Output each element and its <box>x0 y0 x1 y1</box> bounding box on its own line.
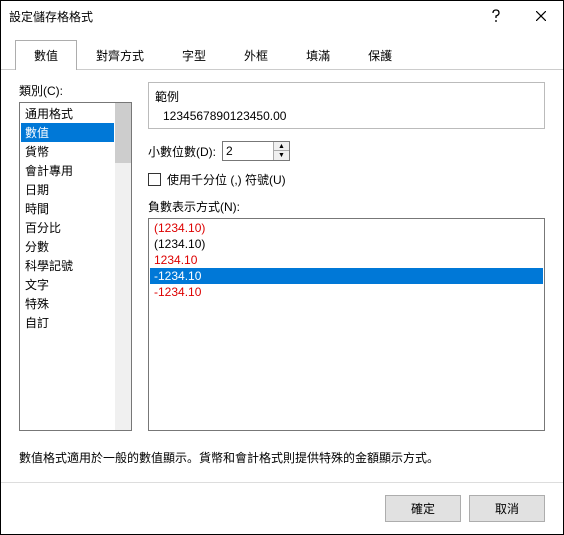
scrollbar-thumb[interactable] <box>115 103 131 163</box>
decimal-label: 小數位數(D): <box>148 143 216 160</box>
tab-alignment[interactable]: 對齊方式 <box>77 40 163 70</box>
upper-panel: 類別(C): 通用格式 數值 貨幣 會計專用 日期 時間 百分比 分數 科學記號… <box>19 82 545 431</box>
list-item[interactable]: 數值 <box>21 123 114 142</box>
list-item[interactable]: 科學記號 <box>21 256 114 275</box>
tab-strip: 數值 對齊方式 字型 外框 填滿 保護 <box>1 31 563 70</box>
title-bar: 設定儲存格格式 <box>1 1 563 31</box>
spin-down-button[interactable]: ▼ <box>274 151 289 160</box>
list-item[interactable]: -1234.10 <box>150 284 543 300</box>
sample-group: 範例 1234567890123450.00 <box>148 82 545 129</box>
list-item[interactable]: 百分比 <box>21 218 114 237</box>
tab-content: 類別(C): 通用格式 數值 貨幣 會計專用 日期 時間 百分比 分數 科學記號… <box>1 70 563 482</box>
description-text: 數值格式適用於一般的數值顯示。貨幣和會計格式則提供特殊的金額顯示方式。 <box>19 449 545 466</box>
list-item[interactable]: (1234.10) <box>150 220 543 236</box>
category-listbox[interactable]: 通用格式 數值 貨幣 會計專用 日期 時間 百分比 分數 科學記號 文字 特殊 … <box>19 102 132 431</box>
settings-column: 範例 1234567890123450.00 小數位數(D): ▲ ▼ <box>148 82 545 431</box>
list-item[interactable]: 日期 <box>21 180 114 199</box>
decimal-spinner[interactable]: ▲ ▼ <box>222 141 290 161</box>
list-item[interactable]: (1234.10) <box>150 236 543 252</box>
negative-label: 負數表示方式(N): <box>148 198 545 215</box>
tab-number[interactable]: 數值 <box>15 40 77 70</box>
list-item[interactable]: 會計專用 <box>21 161 114 180</box>
thousands-checkbox[interactable] <box>148 173 161 186</box>
decimal-input[interactable] <box>223 142 273 160</box>
list-item[interactable]: 分數 <box>21 237 114 256</box>
tab-fill[interactable]: 填滿 <box>287 40 349 70</box>
help-button[interactable] <box>473 1 518 31</box>
scrollbar[interactable] <box>115 103 131 430</box>
tab-protection[interactable]: 保護 <box>349 40 411 70</box>
thousands-label[interactable]: 使用千分位 (,) 符號(U) <box>167 171 286 188</box>
spin-up-button[interactable]: ▲ <box>274 142 289 151</box>
cancel-button[interactable]: 取消 <box>469 495 545 522</box>
list-item[interactable]: -1234.10 <box>150 268 543 284</box>
list-item[interactable]: 特殊 <box>21 294 114 313</box>
dialog-title: 設定儲存格格式 <box>9 8 473 25</box>
sample-value: 1234567890123450.00 <box>155 109 538 123</box>
category-column: 類別(C): 通用格式 數值 貨幣 會計專用 日期 時間 百分比 分數 科學記號… <box>19 82 132 431</box>
list-item[interactable]: 通用格式 <box>21 104 114 123</box>
tab-font[interactable]: 字型 <box>163 40 225 70</box>
category-label: 類別(C): <box>19 82 132 99</box>
ok-button[interactable]: 確定 <box>385 495 461 522</box>
list-item[interactable]: 自訂 <box>21 313 114 332</box>
tab-border[interactable]: 外框 <box>225 40 287 70</box>
list-item[interactable]: 1234.10 <box>150 252 543 268</box>
list-item[interactable]: 時間 <box>21 199 114 218</box>
close-button[interactable] <box>518 1 563 31</box>
list-item[interactable]: 貨幣 <box>21 142 114 161</box>
sample-label: 範例 <box>155 88 538 105</box>
negative-listbox[interactable]: (1234.10) (1234.10) 1234.10 -1234.10 -12… <box>148 218 545 431</box>
format-cells-dialog: 設定儲存格格式 數值 對齊方式 字型 外框 填滿 保護 類別(C): 通用格式 … <box>0 0 564 535</box>
decimal-row: 小數位數(D): ▲ ▼ <box>148 141 545 161</box>
thousands-row: 使用千分位 (,) 符號(U) <box>148 171 545 188</box>
dialog-footer: 確定 取消 <box>1 482 563 534</box>
list-item[interactable]: 文字 <box>21 275 114 294</box>
